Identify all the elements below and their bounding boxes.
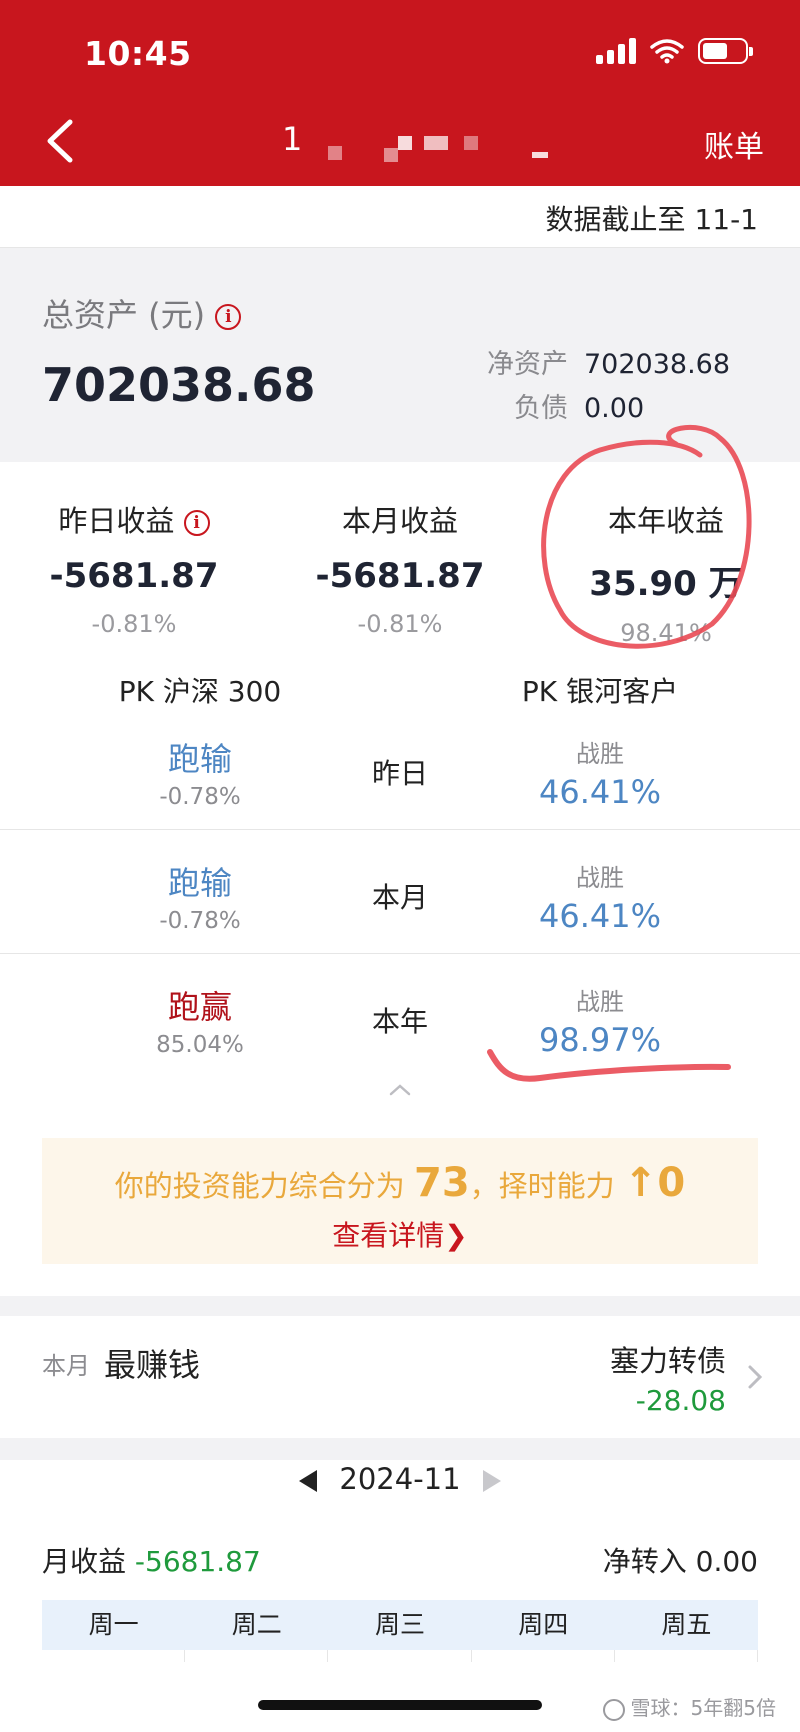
- bill-link[interactable]: 账单: [704, 122, 764, 166]
- stat-title: 本月收益: [341, 504, 458, 538]
- score-line: 你的投资能力综合分为 73，择时能力 ↑0: [114, 1160, 686, 1206]
- account-title: 1: [282, 120, 303, 158]
- pk-row: 跑赢 85.04% 本年 战胜 98.97%: [0, 954, 800, 1078]
- weekday-label: 周三: [375, 1610, 426, 1639]
- redacted-mask: [398, 136, 412, 150]
- stat-value: -5681.87: [315, 556, 485, 596]
- stat-value: -5681.87: [49, 556, 219, 596]
- month-income-value: -5681.87: [134, 1545, 261, 1578]
- redacted-mask: [328, 146, 342, 160]
- month-switcher: 2024-11: [0, 1462, 800, 1496]
- status-time: 10:45: [84, 34, 192, 73]
- pk-row: 跑输 -0.78% 昨日 战胜 46.41%: [0, 706, 800, 830]
- total-assets-label: 总资产 (元) i: [42, 290, 242, 336]
- pk-row: 跑输 -0.78% 本月 战胜 46.41%: [0, 830, 800, 954]
- pk-period: 本月: [371, 881, 428, 914]
- pk-beat-percent: 98.97%: [538, 1021, 661, 1059]
- app-header: 10:45 1 账单: [0, 0, 800, 192]
- pk-beat-label: 战胜: [576, 988, 624, 1016]
- net-assets-label: 净资产: [487, 349, 568, 380]
- info-icon[interactable]: i: [183, 510, 210, 536]
- back-arrow-icon[interactable]: [40, 116, 80, 166]
- pk-clients-header: PK 银河客户: [521, 675, 679, 708]
- stat-month[interactable]: 本月收益 -5681.87 -0.81%: [270, 498, 530, 638]
- investment-score-banner[interactable]: 你的投资能力综合分为 73，择时能力 ↑0 查看详情❯: [42, 1138, 758, 1264]
- chevron-right-icon: ❯: [444, 1219, 468, 1252]
- info-icon[interactable]: i: [215, 304, 242, 330]
- month-label: 2024-11: [339, 1462, 461, 1496]
- watermark: 雪球：5年翻5倍: [602, 1692, 776, 1721]
- stat-yesterday[interactable]: 昨日收益 i -5681.87 -0.81%: [4, 498, 264, 638]
- debt-value: 0.00: [584, 393, 645, 424]
- stat-value: 35.90 万: [589, 564, 743, 604]
- pk-beat-percent: 46.41%: [538, 897, 661, 935]
- debt-row: 负债 0.00: [476, 386, 644, 425]
- stat-title: 本年收益: [607, 504, 724, 538]
- redacted-mask: [384, 148, 398, 162]
- timing-value: ↑0: [623, 1160, 686, 1206]
- score-value: 73: [413, 1160, 470, 1206]
- top-earner-title: 最赚钱: [104, 1346, 201, 1384]
- total-assets-panel: 总资产 (元) i 702038.68 净资产 702038.68 负债 0.00: [0, 248, 800, 462]
- pk-beat-label: 战胜: [576, 864, 624, 892]
- section-divider: [0, 1296, 800, 1316]
- view-details-link[interactable]: 查看详情❯: [42, 1214, 758, 1254]
- weekday-label: 周五: [661, 1610, 712, 1639]
- net-assets-value: 702038.68: [584, 349, 731, 380]
- cellular-signal-icon: [596, 38, 636, 64]
- pk-beat-percent: 46.41%: [538, 773, 661, 811]
- section-divider: [0, 1438, 800, 1460]
- stat-percent: 98.41%: [620, 619, 712, 647]
- stat-title: 昨日收益 i: [4, 498, 264, 540]
- status-icons: [596, 38, 753, 64]
- pk-result: 跑输: [167, 864, 232, 902]
- pk-index-percent: 85.04%: [156, 1032, 244, 1058]
- redacted-mask: [464, 136, 478, 150]
- pk-index-percent: -0.78%: [159, 784, 241, 810]
- total-assets-value: 702038.68: [42, 358, 316, 412]
- redacted-mask: [424, 136, 448, 150]
- next-month-icon[interactable]: [482, 1470, 501, 1492]
- pk-index-header: PK 沪深 300: [118, 675, 282, 708]
- top-earner-row[interactable]: 本月 最赚钱 塞力转债 -28.08: [0, 1316, 800, 1438]
- calendar-weekday-header: 周一 周二 周三 周四 周五: [42, 1600, 758, 1650]
- net-assets-row: 净资产 702038.68: [476, 342, 730, 381]
- weekday-label: 周一: [88, 1610, 139, 1639]
- redacted-mask: [532, 152, 548, 158]
- pk-index-percent: -0.78%: [159, 908, 241, 934]
- weekday-label: 周二: [231, 1610, 282, 1639]
- chevron-right-icon: [748, 1365, 763, 1389]
- collapse-chevron-icon[interactable]: [388, 1078, 412, 1102]
- net-transfer: 净转入 0.00: [602, 1545, 758, 1578]
- top-earner-name: 塞力转债: [609, 1344, 726, 1378]
- battery-icon: [698, 38, 753, 64]
- wifi-icon: [650, 38, 684, 64]
- stat-percent: -0.81%: [357, 610, 443, 638]
- pk-result: 跑输: [167, 740, 232, 778]
- stat-year[interactable]: 本年收益 35.90 万 98.41%: [536, 498, 796, 647]
- pk-result: 跑赢: [167, 988, 232, 1026]
- prev-month-icon[interactable]: [299, 1470, 318, 1492]
- pk-beat-label: 战胜: [576, 740, 624, 768]
- data-cutoff-text: 数据截止至 11-1: [545, 203, 758, 236]
- calendar-grid: [42, 1650, 759, 1662]
- pk-period: 本年: [371, 1005, 428, 1038]
- month-summary: 月收益 -5681.87 净转入 0.00: [42, 1540, 758, 1580]
- data-cutoff-bar: 数据截止至 11-1: [0, 186, 800, 248]
- top-earner-value: -28.08: [635, 1384, 726, 1417]
- top-earner-period: 本月: [42, 1352, 90, 1380]
- snowball-logo-icon: [602, 1698, 625, 1721]
- weekday-label: 周四: [518, 1610, 569, 1639]
- home-indicator[interactable]: [258, 1700, 542, 1710]
- month-income-label: 月收益: [42, 1545, 135, 1578]
- pk-period: 昨日: [371, 757, 428, 790]
- stat-percent: -0.81%: [91, 610, 177, 638]
- debt-label: 负债: [514, 393, 568, 424]
